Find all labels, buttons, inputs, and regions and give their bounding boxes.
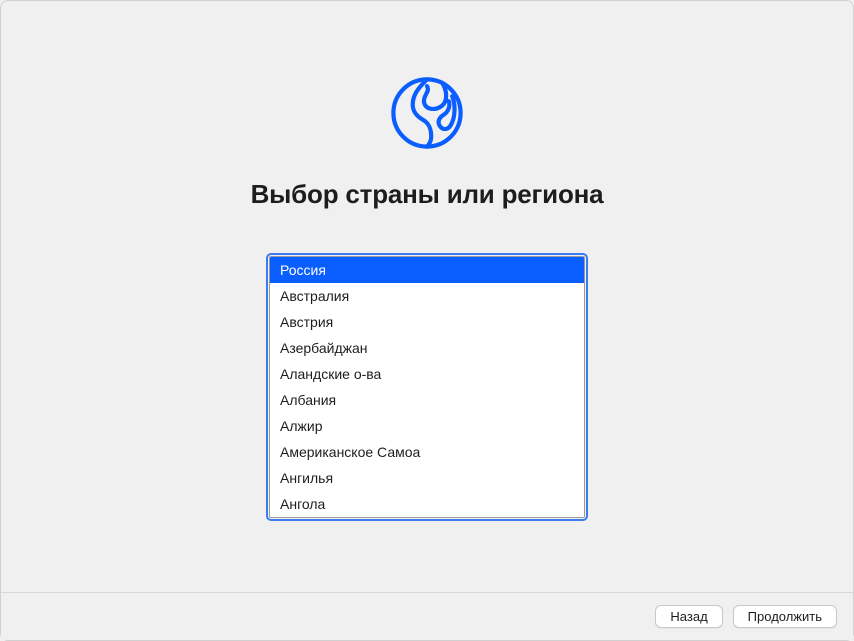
country-list-item[interactable]: Ангилья [270,465,584,491]
country-list-item[interactable]: Россия [270,257,584,283]
country-listbox[interactable]: РоссияАвстралияАвстрияАзербайджанАландск… [269,256,585,518]
country-list-item[interactable]: Ангола [270,491,584,517]
country-list-item[interactable]: Алжир [270,413,584,439]
footer-bar: Назад Продолжить [1,592,853,640]
country-list-item[interactable]: Азербайджан [270,335,584,361]
continue-button[interactable]: Продолжить [733,605,837,628]
country-list-item[interactable]: Американское Самоа [270,439,584,465]
back-button[interactable]: Назад [655,605,722,628]
setup-content: Выбор страны или региона РоссияАвстралия… [1,1,853,518]
page-title: Выбор страны или региона [251,179,604,210]
country-list-item[interactable]: Андорра [270,517,584,518]
country-list-item[interactable]: Аландские о-ва [270,361,584,387]
country-list-item[interactable]: Австрия [270,309,584,335]
country-list-item[interactable]: Албания [270,387,584,413]
globe-icon [385,71,469,155]
country-list-item[interactable]: Австралия [270,283,584,309]
